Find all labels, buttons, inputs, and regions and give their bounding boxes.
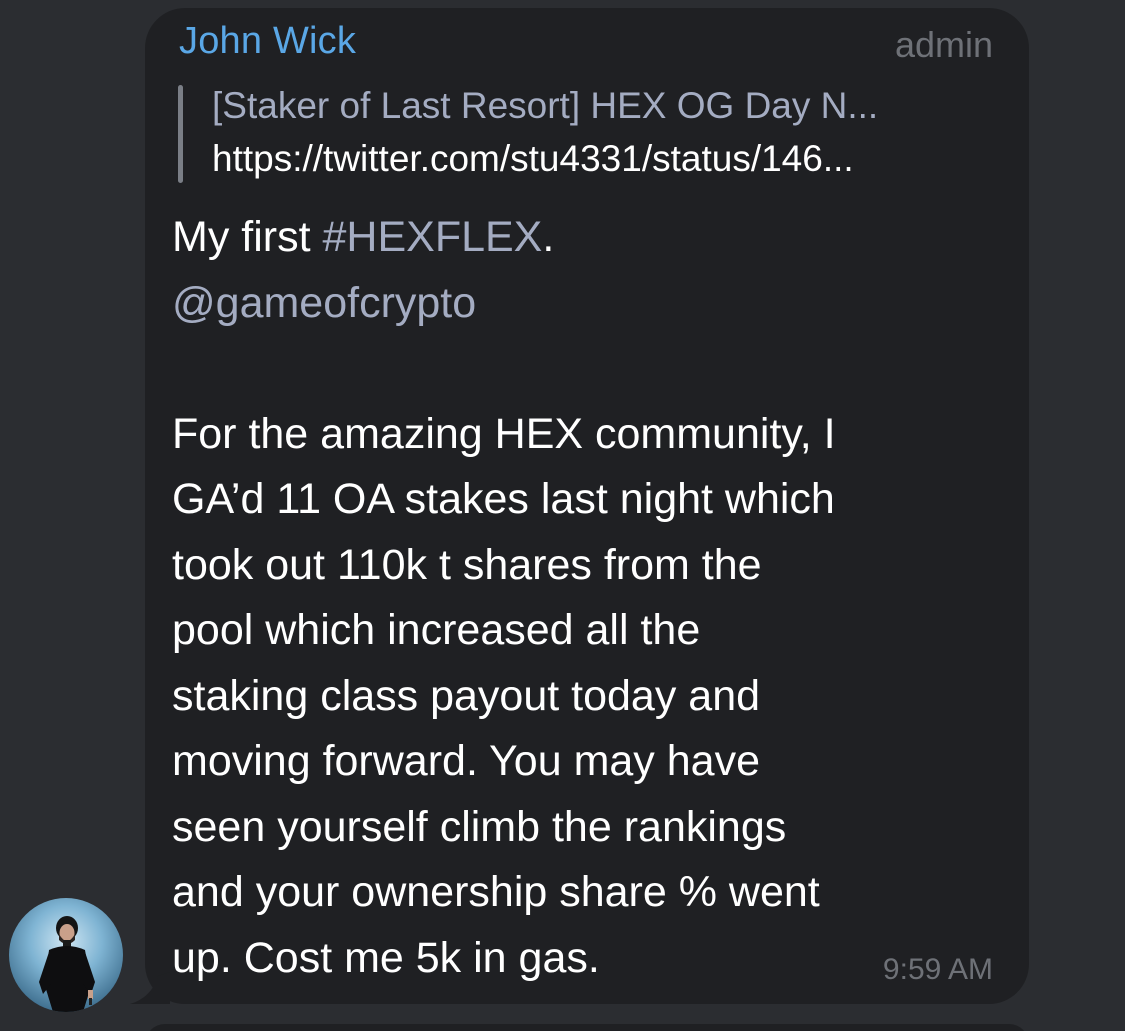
message-timestamp: 9:59 AM: [882, 953, 993, 986]
paragraph-line: up. Cost me 5k in gas.: [172, 933, 600, 982]
sender-name[interactable]: John Wick: [179, 20, 356, 63]
reply-quote-bar: [178, 85, 183, 183]
avatar-photo-icon: [9, 898, 123, 1012]
paragraph-line: pool which increased all the: [172, 606, 701, 654]
paragraph-line: GA’d 11 OA stakes last night which: [172, 475, 835, 523]
mention-link[interactable]: @gameofcrypto: [172, 271, 992, 337]
admin-badge: admin: [894, 24, 993, 65]
hashtag-link[interactable]: #HEXFLEX: [322, 213, 542, 261]
reply-preview[interactable]: [Staker of Last Resort] HEX OG Day N... …: [178, 85, 993, 183]
message-line-1-suffix: .: [542, 213, 555, 261]
paragraph-line: took out 110k t shares from the: [172, 540, 762, 589]
paragraph-line: moving forward. You may have: [172, 737, 760, 785]
message-line-1: My first #HEXFLEX.: [172, 205, 992, 271]
paragraph-line: For the amazing HEX community, I: [172, 409, 836, 458]
message-line-1-prefix: My first: [172, 213, 323, 261]
paragraph-line: and your ownership share % went: [172, 868, 820, 916]
message-text: My first #HEXFLEX. @gameofcrypto For the…: [172, 205, 992, 991]
reply-link-text: https://twitter.com/stu4331/status/146..…: [212, 138, 854, 179]
reply-title: [Staker of Last Resort] HEX OG Day N...: [212, 85, 879, 126]
bubble-tail: [130, 972, 170, 1004]
paragraph-line: seen yourself climb the rankings: [172, 802, 787, 851]
user-avatar[interactable]: [9, 898, 123, 1012]
paragraph-line: staking class payout today and: [172, 671, 761, 720]
next-message-bubble-edge: [145, 1024, 1029, 1031]
